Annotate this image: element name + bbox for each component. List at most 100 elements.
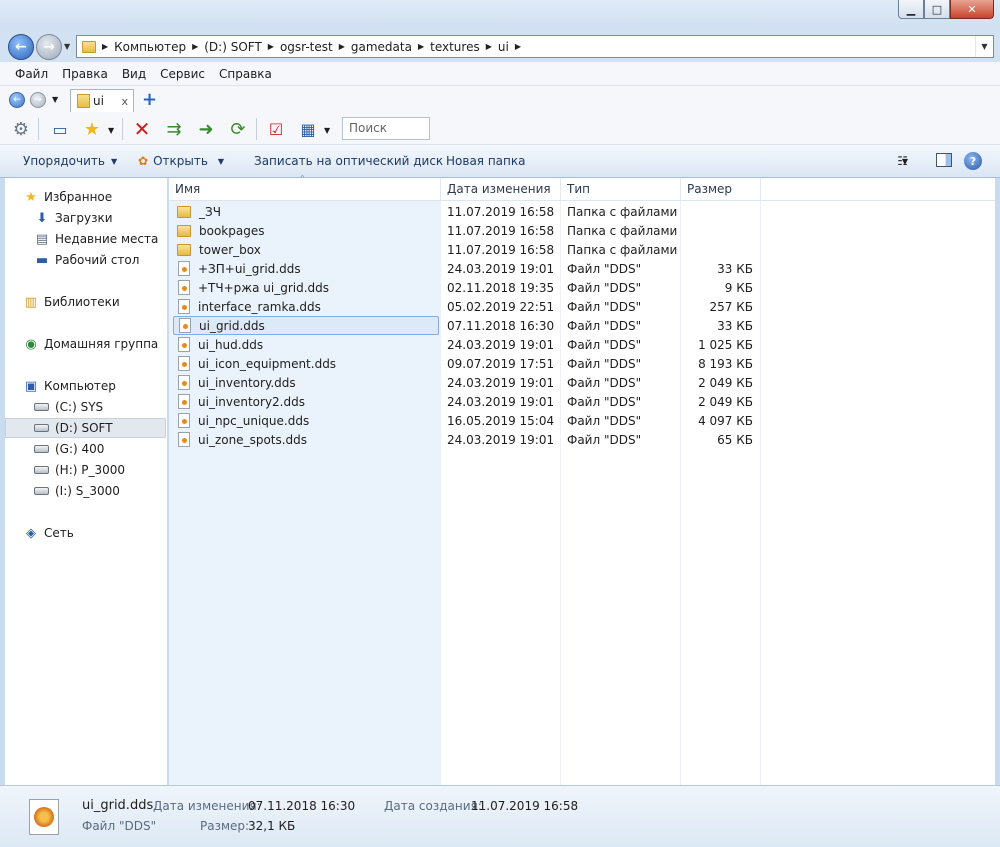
star-icon[interactable]: ★: [80, 117, 104, 141]
table-row[interactable]: ui_grid.dds 07.11.2018 16:30 Файл "DDS" 33 …: [173, 316, 995, 335]
monitor-icon[interactable]: ▭: [48, 117, 72, 141]
view-dropdown-icon[interactable]: ▼: [324, 126, 330, 135]
address-dropdown-icon[interactable]: ▼: [975, 36, 993, 57]
file-name-cell[interactable]: tower_box: [173, 240, 439, 259]
table-row[interactable]: +ТЧ+ржа ui_grid.dds 02.11.2018 19:35 Файл …: [173, 278, 995, 297]
view-options-dropdown-icon[interactable]: ▼: [902, 157, 908, 166]
copy-icon[interactable]: ⇉: [162, 117, 186, 141]
back-button[interactable]: ←: [8, 34, 34, 60]
nav-libraries[interactable]: ▥ Библиотеки: [23, 292, 120, 312]
menu-help[interactable]: Справка: [212, 67, 279, 81]
help-icon[interactable]: ?: [964, 152, 982, 170]
file-name-cell[interactable]: ui_npc_unique.dds: [173, 411, 439, 430]
table-row[interactable]: +ЗП+ui_grid.dds 24.03.2019 19:01 Файл "DDS…: [173, 259, 995, 278]
file-name-cell[interactable]: ui_zone_spots.dds: [173, 430, 439, 449]
file-name-cell[interactable]: +ТЧ+ржа ui_grid.dds: [173, 278, 439, 297]
checklist-icon[interactable]: ☑: [264, 117, 288, 141]
breadcrumb-arrow[interactable]: ▶: [339, 42, 345, 51]
column-header-date[interactable]: Дата изменения: [441, 178, 561, 201]
tab-history-dropdown-icon[interactable]: ▼: [52, 95, 58, 104]
nav-drive-i[interactable]: (I:) S_3000: [34, 481, 120, 501]
table-row[interactable]: ui_inventory.dds 24.03.2019 19:01 Файл "DD…: [173, 373, 995, 392]
nav-network[interactable]: ◈ Сеть: [23, 523, 74, 543]
breadcrumb-arrow[interactable]: ▶: [102, 42, 108, 51]
maximize-button[interactable]: □: [924, 0, 950, 19]
favorites-dropdown-icon[interactable]: ▼: [108, 126, 114, 135]
table-row[interactable]: tower_box 11.07.2019 16:58 Папка с файлами: [173, 240, 995, 259]
details-modified-value: 07.11.2018 16:30: [248, 799, 356, 813]
history-dropdown-icon[interactable]: ▼: [64, 42, 70, 51]
nav-downloads[interactable]: ⬇ Загрузки: [34, 208, 113, 228]
burn-button[interactable]: Записать на оптический диск: [254, 154, 443, 168]
menu-file[interactable]: Файл: [8, 67, 55, 81]
breadcrumb-textures[interactable]: textures: [430, 40, 480, 54]
file-date-cell: 24.03.2019 19:01: [447, 394, 555, 409]
tab-back-icon[interactable]: ←: [9, 92, 25, 108]
file-name-cell[interactable]: bookpages: [173, 221, 439, 240]
menu-view[interactable]: Вид: [115, 67, 153, 81]
nav-drive-c[interactable]: (C:) SYS: [34, 397, 103, 417]
file-name-cell[interactable]: ui_inventory.dds: [173, 373, 439, 392]
table-row[interactable]: _ЗЧ 11.07.2019 16:58 Папка с файлами: [173, 202, 995, 221]
file-date-cell: 09.07.2019 17:51: [447, 356, 555, 371]
file-name-cell[interactable]: _ЗЧ: [173, 202, 439, 221]
file-size-cell: 257 КБ: [709, 299, 753, 314]
gear-icon[interactable]: ⚙: [9, 117, 33, 141]
nav-desktop[interactable]: ▬ Рабочий стол: [34, 250, 140, 270]
table-row[interactable]: ui_zone_spots.dds 24.03.2019 19:01 Файл "D…: [173, 430, 995, 449]
breadcrumb-arrow[interactable]: ▶: [515, 42, 521, 51]
table-row[interactable]: ui_inventory2.dds 24.03.2019 19:01 Файл "D…: [173, 392, 995, 411]
forward-button[interactable]: →: [36, 34, 62, 60]
table-row[interactable]: ui_npc_unique.dds 16.05.2019 15:04 Файл "D…: [173, 411, 995, 430]
breadcrumb-drive[interactable]: (D:) SOFT: [204, 40, 262, 54]
nav-computer[interactable]: ▣ Компьютер: [23, 376, 116, 396]
tab-forward-icon[interactable]: →: [30, 92, 46, 108]
column-header-type[interactable]: Тип: [561, 178, 681, 201]
move-icon[interactable]: ➜: [194, 117, 218, 141]
table-row[interactable]: ui_hud.dds 24.03.2019 19:01 Файл "DDS" 1 02…: [173, 335, 995, 354]
nav-recent[interactable]: ▤ Недавние места: [34, 229, 159, 249]
view-grid-icon[interactable]: ▦: [296, 117, 320, 141]
column-header-name[interactable]: Имя ⌃: [169, 174, 441, 201]
close-button[interactable]: ✕: [950, 0, 994, 19]
file-name-cell[interactable]: ui_grid.dds: [173, 316, 439, 335]
file-name-cell[interactable]: ui_hud.dds: [173, 335, 439, 354]
nav-homegroup[interactable]: ◉ Домашняя группа: [23, 334, 158, 354]
menu-edit[interactable]: Правка: [55, 67, 115, 81]
file-name: bookpages: [199, 223, 265, 238]
menu-tools[interactable]: Сервис: [153, 67, 212, 81]
file-name-cell[interactable]: ui_inventory2.dds: [173, 392, 439, 411]
organize-button[interactable]: Упорядочить ▼: [23, 154, 117, 168]
breadcrumb-arrow[interactable]: ▶: [486, 42, 492, 51]
nav-drive-d[interactable]: (D:) SOFT: [5, 418, 166, 438]
breadcrumb-gamedata[interactable]: gamedata: [351, 40, 412, 54]
table-row[interactable]: interface_ramka.dds 05.02.2019 22:51 Файл …: [173, 297, 995, 316]
breadcrumb-computer[interactable]: Компьютер: [114, 40, 186, 54]
nav-drive-g[interactable]: (G:) 400: [34, 439, 104, 459]
new-folder-button[interactable]: Новая папка: [446, 154, 525, 168]
column-header-size[interactable]: Размер: [681, 178, 761, 201]
breadcrumb-arrow[interactable]: ▶: [418, 42, 424, 51]
dds-file-icon: [178, 413, 190, 428]
file-name-cell[interactable]: ui_icon_equipment.dds: [173, 354, 439, 373]
breadcrumb-arrow[interactable]: ▶: [192, 42, 198, 51]
nav-drive-h[interactable]: (H:) P_3000: [34, 460, 125, 480]
tab-ui[interactable]: ui x: [70, 89, 134, 112]
minimize-button[interactable]: ▁: [898, 0, 924, 19]
preview-pane-icon[interactable]: [936, 153, 952, 167]
file-name-cell[interactable]: +ЗП+ui_grid.dds: [173, 259, 439, 278]
file-name-cell[interactable]: interface_ramka.dds: [173, 297, 439, 316]
address-bar[interactable]: ▶ Компьютер ▶ (D:) SOFT ▶ ogsr-test ▶ ga…: [76, 35, 994, 58]
search-input[interactable]: Поиск: [342, 117, 430, 140]
new-tab-button[interactable]: +: [142, 89, 157, 110]
refresh-icon[interactable]: ⟳: [226, 117, 250, 141]
open-button[interactable]: ✿ Открыть ▼: [138, 154, 224, 168]
tab-close-icon[interactable]: x: [121, 95, 128, 108]
breadcrumb-ui[interactable]: ui: [498, 40, 509, 54]
nav-favorites[interactable]: ★ Избранное: [23, 187, 112, 207]
delete-icon[interactable]: ✕: [130, 117, 154, 141]
breadcrumb-ogsr-test[interactable]: ogsr-test: [280, 40, 333, 54]
breadcrumb-arrow[interactable]: ▶: [268, 42, 274, 51]
table-row[interactable]: ui_icon_equipment.dds 09.07.2019 17:51 Фай…: [173, 354, 995, 373]
table-row[interactable]: bookpages 11.07.2019 16:58 Папка с файлами: [173, 221, 995, 240]
